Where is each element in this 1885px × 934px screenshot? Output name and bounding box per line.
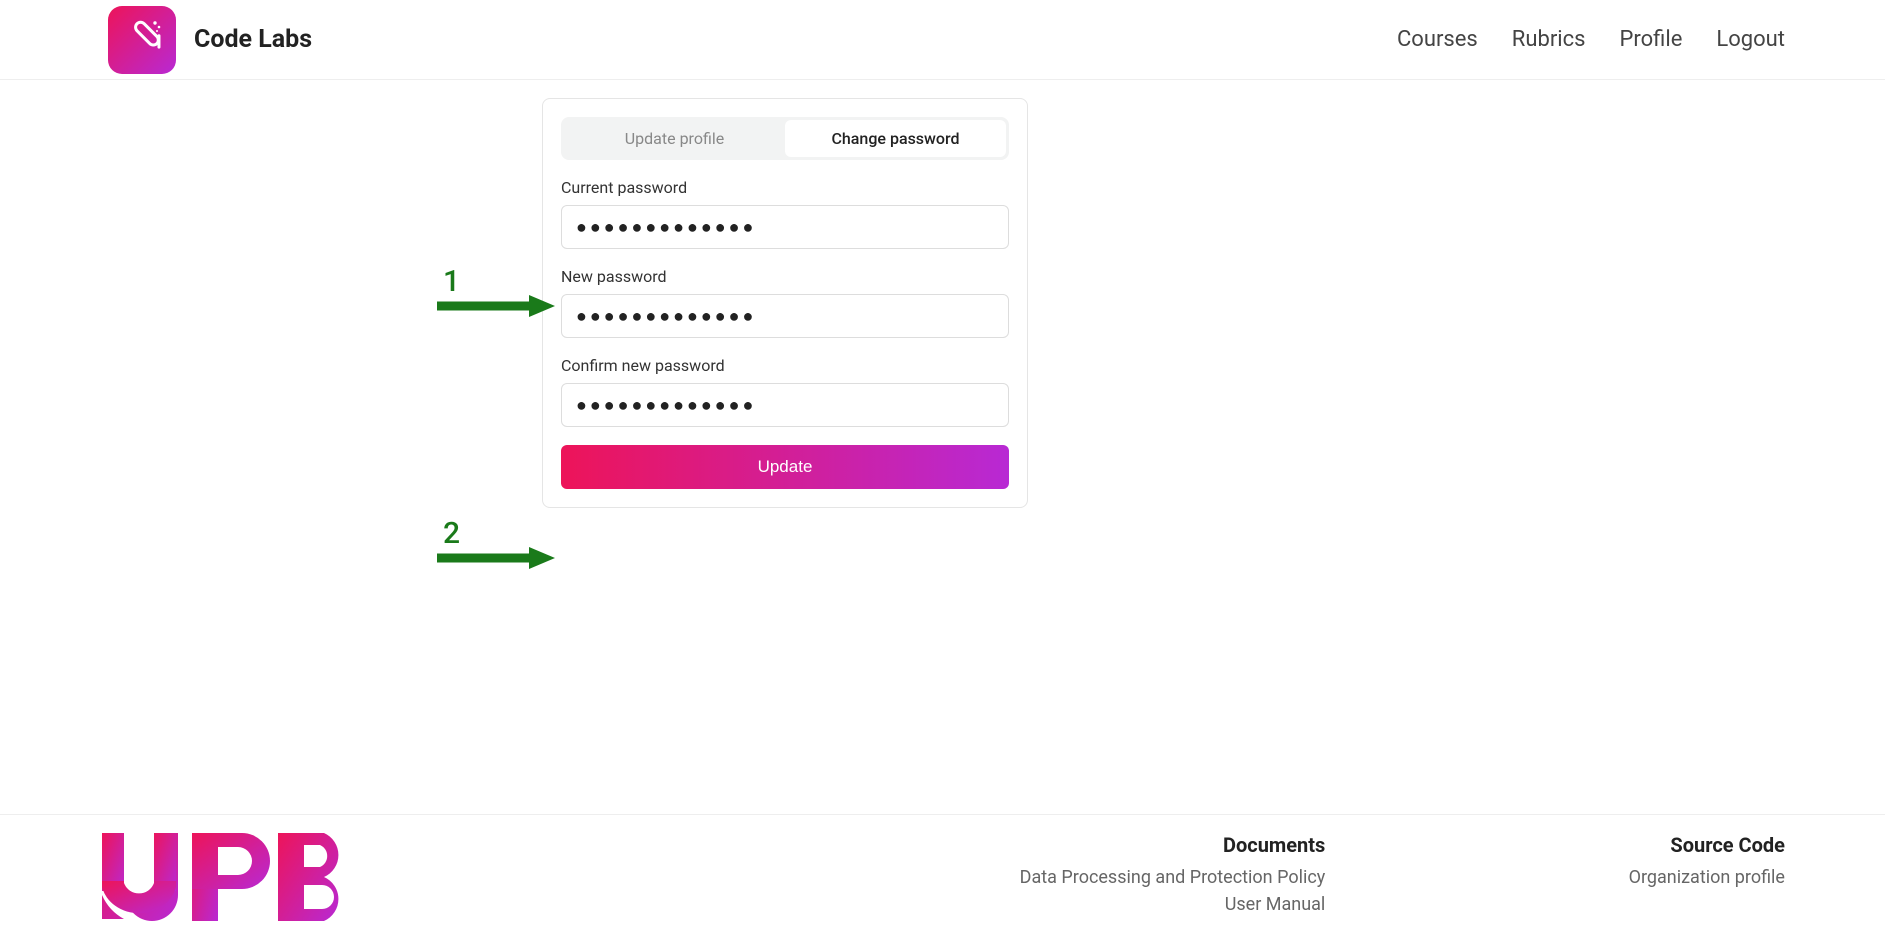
footer: Documents Data Processing and Protection… [0, 814, 1885, 934]
nav-courses[interactable]: Courses [1397, 27, 1478, 52]
brand: Code Labs [108, 6, 312, 74]
arrow-icon [437, 295, 555, 317]
nav-profile[interactable]: Profile [1620, 27, 1683, 52]
header: Code Labs Courses Rubrics Profile Logout [0, 0, 1885, 80]
annotation-2: 2 [437, 516, 555, 569]
annotation-1-number: 1 [443, 264, 460, 299]
main-area: Update profile Change password Current p… [0, 80, 1885, 508]
annotation-1: 1 [437, 264, 555, 317]
confirm-password-label: Confirm new password [561, 356, 1009, 375]
new-password-input[interactable] [561, 294, 1009, 338]
upb-logo-icon [96, 833, 342, 921]
tab-update-profile[interactable]: Update profile [564, 120, 785, 157]
footer-documents-title: Documents [645, 833, 1325, 857]
main-nav: Courses Rubrics Profile Logout [1397, 27, 1785, 52]
update-button[interactable]: Update [561, 445, 1009, 489]
app-logo-icon [108, 6, 176, 74]
nav-rubrics[interactable]: Rubrics [1512, 27, 1586, 52]
tab-change-password[interactable]: Change password [785, 120, 1006, 157]
footer-link-policy[interactable]: Data Processing and Protection Policy [645, 867, 1325, 888]
footer-source: Source Code Organization profile [1629, 833, 1785, 934]
footer-link-org[interactable]: Organization profile [1629, 867, 1785, 888]
footer-source-title: Source Code [1629, 833, 1785, 857]
new-password-label: New password [561, 267, 1009, 286]
field-confirm-password: Confirm new password [561, 356, 1009, 427]
nav-logout[interactable]: Logout [1716, 27, 1785, 52]
password-card: Update profile Change password Current p… [542, 98, 1028, 508]
footer-documents: Documents Data Processing and Protection… [645, 833, 1325, 934]
arrow-icon [437, 547, 555, 569]
field-current-password: Current password [561, 178, 1009, 249]
annotation-2-number: 2 [443, 516, 460, 551]
footer-link-manual[interactable]: User Manual [645, 894, 1325, 915]
field-new-password: New password [561, 267, 1009, 338]
confirm-password-input[interactable] [561, 383, 1009, 427]
tab-group: Update profile Change password [561, 117, 1009, 160]
current-password-label: Current password [561, 178, 1009, 197]
brand-title: Code Labs [194, 25, 312, 54]
current-password-input[interactable] [561, 205, 1009, 249]
